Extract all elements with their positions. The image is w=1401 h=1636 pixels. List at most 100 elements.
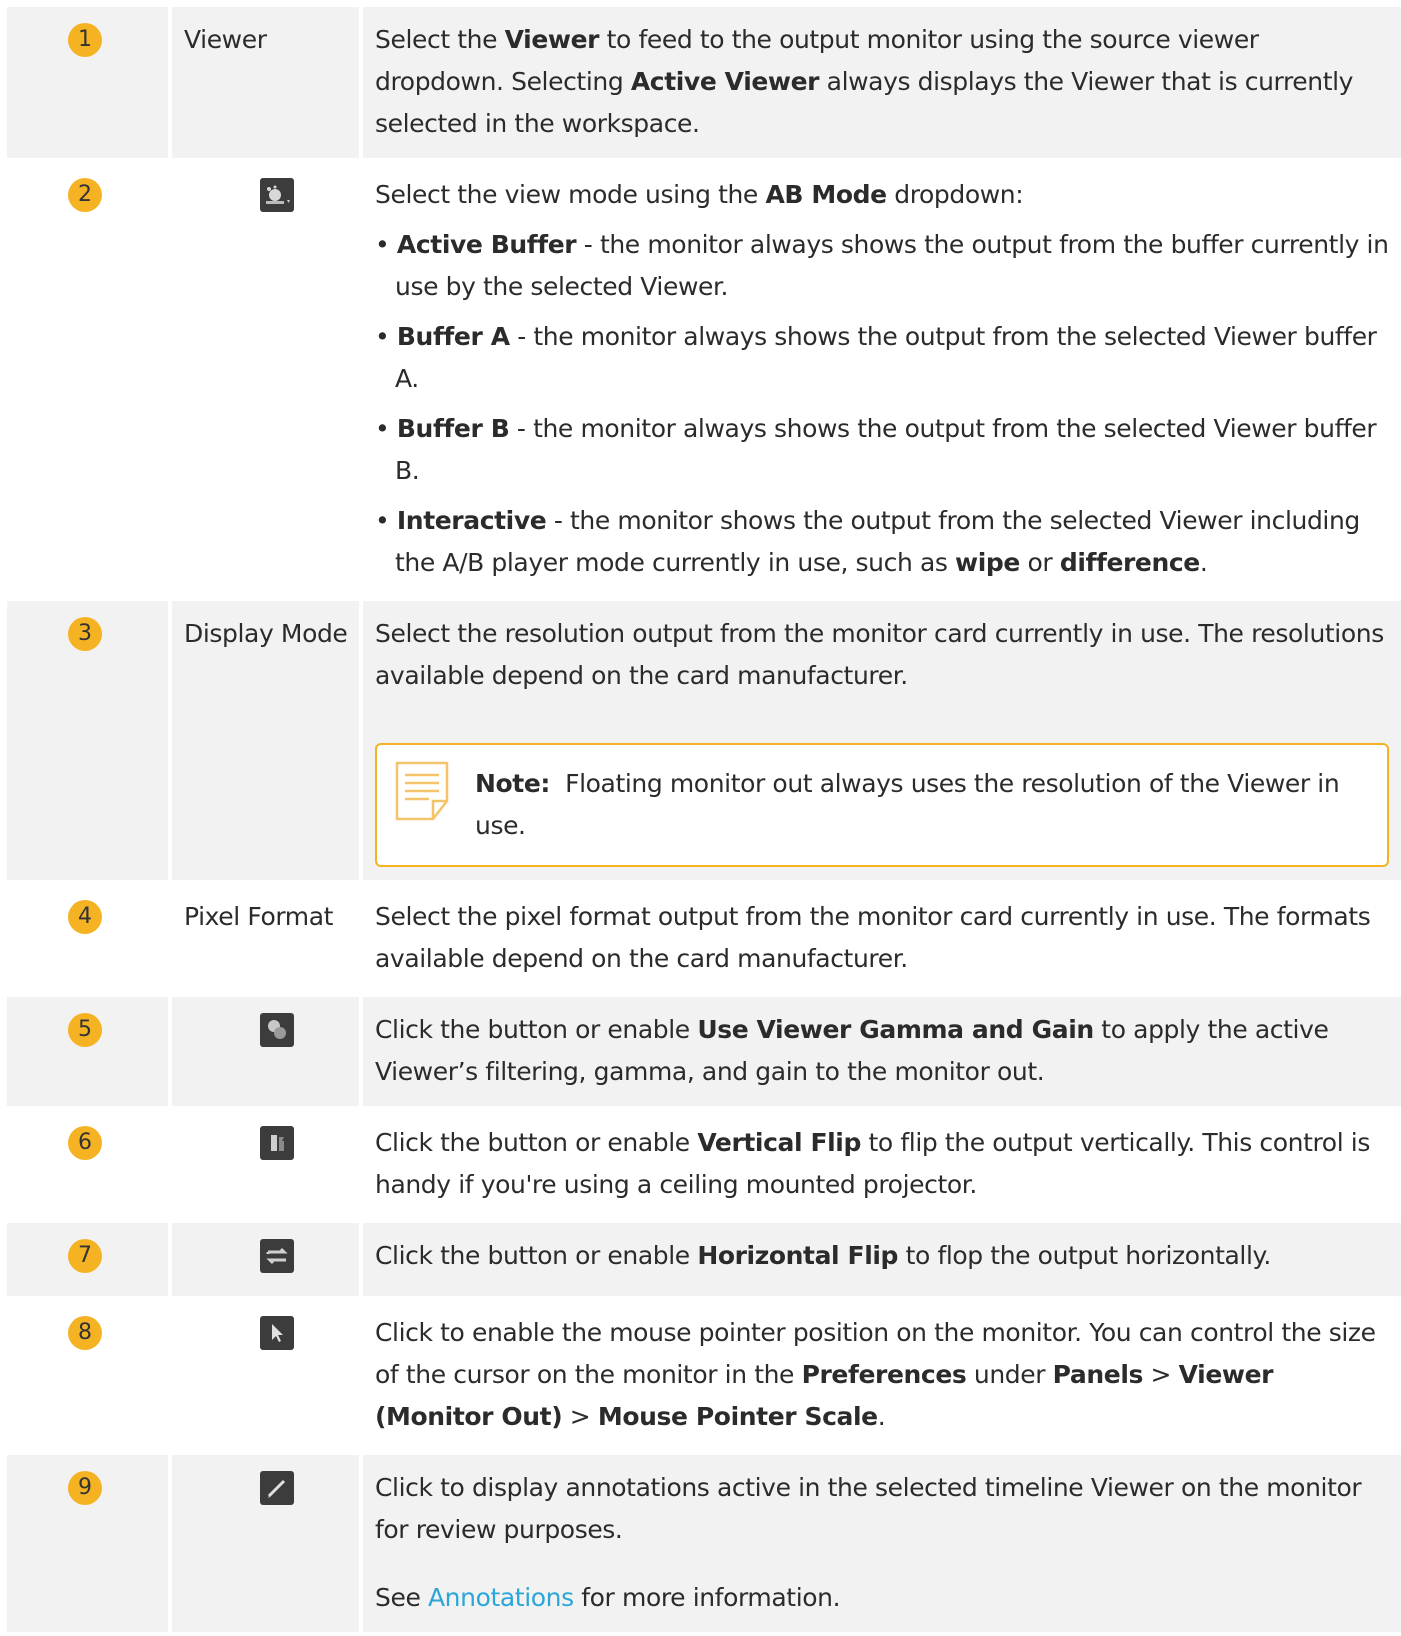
bold-term: wipe <box>955 548 1020 577</box>
control-cell <box>172 1110 363 1223</box>
table-row: 3 Display Mode Select the resolution outpu… <box>7 601 1401 884</box>
callout-number-badge: 8 <box>68 1316 102 1350</box>
number-cell: 4 <box>7 884 172 997</box>
description-cell: Click to display annotations active in t… <box>363 1455 1401 1636</box>
number-cell: 8 <box>7 1300 172 1455</box>
control-cell: Display Mode <box>172 601 363 884</box>
bold-term: Vertical Flip <box>697 1128 861 1157</box>
bullet-dot: • <box>375 322 397 351</box>
note-text: Floating monitor out always uses the res… <box>475 769 1347 840</box>
text-run: Select the resolution output from the mo… <box>375 619 1384 690</box>
text-run: Click to display annotations active in t… <box>375 1473 1362 1544</box>
callout-number-badge: 4 <box>68 900 102 934</box>
control-cell <box>172 162 363 601</box>
bullet-item: • Buffer B - the monitor always shows th… <box>375 408 1389 492</box>
controls-table: 1 Viewer Select the Viewer to feed to the … <box>7 7 1401 1636</box>
description-paragraph: Click to enable the mouse pointer positi… <box>375 1312 1389 1438</box>
number-cell: 3 <box>7 601 172 884</box>
control-cell <box>172 997 363 1110</box>
bold-term: AB Mode <box>765 180 887 209</box>
number-cell: 6 <box>7 1110 172 1223</box>
gamma-gain-icon[interactable] <box>260 1013 294 1047</box>
description-cell: Select the resolution output from the mo… <box>363 601 1401 884</box>
bold-term: Horizontal Flip <box>697 1241 899 1270</box>
number-cell: 9 <box>7 1455 172 1636</box>
callout-number-badge: 5 <box>68 1013 102 1047</box>
text-run: or <box>1019 548 1060 577</box>
description-paragraph: Select the Viewer to feed to the output … <box>375 19 1389 145</box>
bold-term: Interactive <box>396 506 547 535</box>
control-name: Display Mode <box>184 619 348 648</box>
callout-number-badge: 1 <box>68 23 102 57</box>
bold-term: Buffer B <box>396 414 510 443</box>
note-callout: Note: Floating monitor out always uses t… <box>375 743 1389 867</box>
description-paragraph: Click the button or enable Vertical Flip… <box>375 1122 1389 1206</box>
note-label: Note: <box>475 769 551 798</box>
see-text: See <box>375 1583 428 1612</box>
bullet-dot: • <box>375 506 397 535</box>
bold-term: Use Viewer Gamma and Gain <box>697 1015 1094 1044</box>
horizontal-flip-icon[interactable] <box>260 1239 294 1273</box>
number-cell: 5 <box>7 997 172 1110</box>
description-paragraph: Click to display annotations active in t… <box>375 1467 1389 1551</box>
description-paragraph: Click the button or enable Use Viewer Ga… <box>375 1009 1389 1093</box>
annotations-icon[interactable] <box>260 1471 294 1505</box>
table-row: 5 Click the button or enable Use Viewer G… <box>7 997 1401 1110</box>
text-run: > <box>562 1402 598 1431</box>
control-cell: Pixel Format <box>172 884 363 997</box>
text-run: - the monitor always shows the output fr… <box>395 414 1377 485</box>
text-run: - the monitor always shows the output fr… <box>395 322 1377 393</box>
mouse-pointer-icon[interactable] <box>260 1316 294 1350</box>
control-name: Viewer <box>184 25 267 54</box>
number-cell: 7 <box>7 1223 172 1300</box>
bullet-item: • Interactive - the monitor shows the ou… <box>375 500 1389 584</box>
table-row: 4 Pixel Format Select the pixel format out… <box>7 884 1401 997</box>
control-cell <box>172 1455 363 1636</box>
description-paragraph: Select the resolution output from the mo… <box>375 613 1389 697</box>
table-row: 6 Click the button or enable Vertical Fli… <box>7 1110 1401 1223</box>
text-run: Click the button or enable <box>375 1128 698 1157</box>
bold-term: Active Viewer <box>630 67 820 96</box>
bold-term: difference <box>1059 548 1200 577</box>
bullet-dot: • <box>375 414 397 443</box>
description-cell: Click the button or enable Use Viewer Ga… <box>363 997 1401 1110</box>
description-paragraph: Click the button or enable Horizontal Fl… <box>375 1235 1389 1277</box>
number-cell: 1 <box>7 7 172 162</box>
text-run: Select the pixel format output from the … <box>375 902 1371 973</box>
callout-number-badge: 6 <box>68 1126 102 1160</box>
bullet-dot: • <box>375 230 397 259</box>
text-run: Click the button or enable <box>375 1015 698 1044</box>
bullet-item: • Active Buffer - the monitor always sho… <box>375 224 1389 308</box>
callout-number-badge: 2 <box>68 178 102 212</box>
callout-number-badge: 7 <box>68 1239 102 1273</box>
control-cell <box>172 1300 363 1455</box>
text-run: Select the view mode using the <box>375 180 766 209</box>
text-run: Select the <box>375 25 505 54</box>
text-run: . <box>1199 548 1208 577</box>
table-row: 1 Viewer Select the Viewer to feed to the … <box>7 7 1401 162</box>
table-row: 8 Click to enable the mouse pointer posit… <box>7 1300 1401 1455</box>
bold-term: Preferences <box>801 1360 967 1389</box>
description-cell: Click to enable the mouse pointer positi… <box>363 1300 1401 1455</box>
bold-term: Buffer A <box>396 322 510 351</box>
control-cell: Viewer <box>172 7 363 162</box>
description-cell: Click the button or enable Horizontal Fl… <box>363 1223 1401 1300</box>
description-cell: Select the Viewer to feed to the output … <box>363 7 1401 162</box>
text-run: to flop the output horizontally. <box>898 1241 1272 1270</box>
text-run: . <box>877 1402 886 1431</box>
annotations-link[interactable]: Annotations <box>428 1583 574 1612</box>
description-cell: Select the pixel format output from the … <box>363 884 1401 997</box>
note-icon <box>395 761 449 821</box>
text-run: dropdown: <box>886 180 1024 209</box>
see-text: for more information. <box>573 1583 841 1612</box>
bold-term: Panels <box>1052 1360 1144 1389</box>
text-run: under <box>966 1360 1053 1389</box>
ab-mode-icon[interactable] <box>260 178 294 212</box>
description-paragraph: Select the view mode using the AB Mode d… <box>375 174 1389 216</box>
see-also-paragraph: See Annotations for more information. <box>375 1577 1389 1619</box>
table-row: 9 Click to display annotations active in … <box>7 1455 1401 1636</box>
text-run: Click the button or enable <box>375 1241 698 1270</box>
callout-number-badge: 3 <box>68 617 102 651</box>
description-cell: Select the view mode using the AB Mode d… <box>363 162 1401 601</box>
vertical-flip-icon[interactable] <box>260 1126 294 1160</box>
